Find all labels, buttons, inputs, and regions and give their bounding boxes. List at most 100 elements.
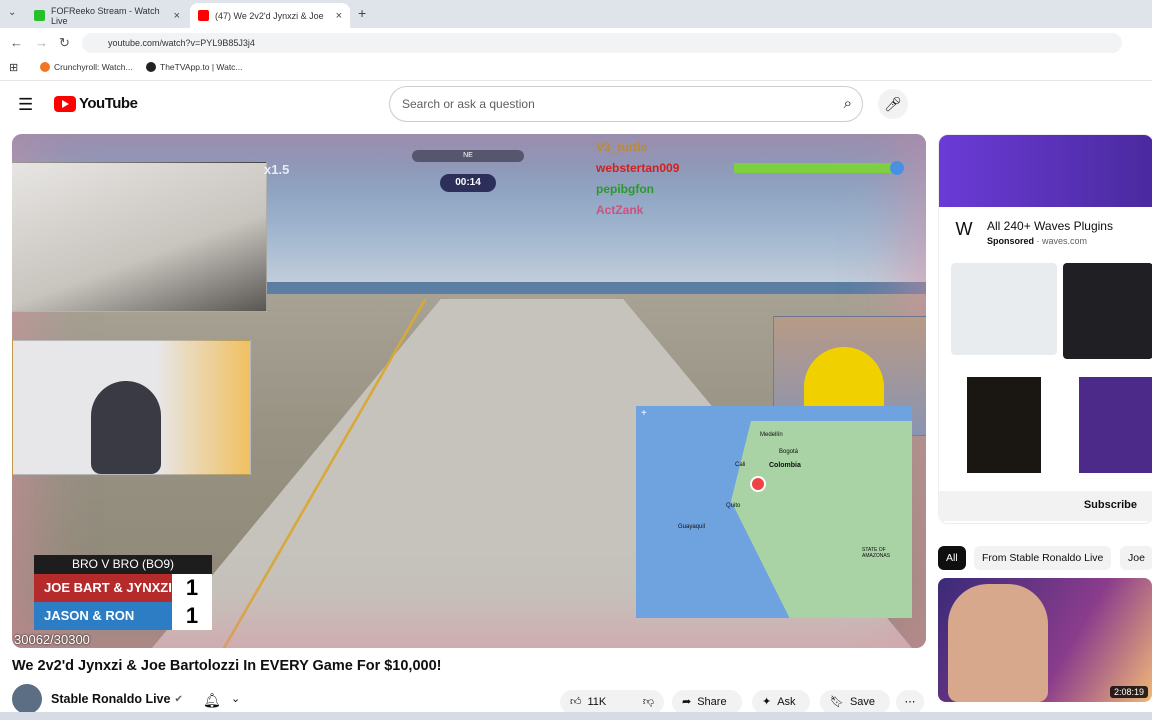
ad-title[interactable]: All 240+ Waves Plugins [987,219,1113,233]
tab-list-icon[interactable]: ⌄ [8,7,16,18]
map-label: Cali [735,462,746,468]
ad-banner-image [939,135,1152,207]
chip-joe-b[interactable]: Joe B [1120,546,1152,588]
thetvapp-icon [146,62,156,72]
ad-subscribe-bar: Subscribe [939,491,1152,521]
map-label: Quito [726,503,741,509]
save-button[interactable]: 🔖︎ Save [820,690,890,714]
browser-tab-bar: ⌄ FOFReeko Stream - Watch Live × (47) We… [0,0,1152,28]
compass-heading: NE [463,152,473,159]
map-label: Guayaquil [678,524,706,530]
map-label: Colombia [769,462,801,469]
ad-product-image [1079,377,1152,473]
chip-from-channel[interactable]: From Stable Ronaldo Live [974,546,1112,570]
url-field[interactable]: youtube.com/watch?v=PYL9B85J3j4 [82,33,1122,53]
share-label: Share [697,696,727,708]
youtube-play-icon [54,95,76,112]
kick-favicon-icon [34,10,45,21]
bookmark-label: Crunchyroll: Watch... [54,62,133,72]
team-name: JOE BART & JYNXZI [44,580,172,595]
close-tab-icon[interactable]: × [336,10,342,22]
video-title: We 2v2'd Jynxzi & Joe Bartolozzi In EVER… [12,658,442,674]
team-score: 1 [172,574,212,602]
os-taskbar [0,712,1152,720]
video-player[interactable]: NE 00:14 x1.5 V3_turtle webstertan009 pe… [12,134,926,648]
like-count[interactable]: 11K [588,690,607,714]
waves-logo-icon: W [955,219,973,239]
ask-button[interactable]: ✦ Ask [752,690,810,714]
like-dislike-group: 👍︎ 11K 👎︎ [560,690,664,714]
chat-username: webstertan009 [596,161,680,175]
webcam-room [12,162,267,312]
thumbnail-face [948,584,1048,702]
viewer-count: 30062/30300 [14,632,90,647]
ad-subscribe-button[interactable]: Subscribe [1084,499,1137,511]
youtube-favicon-icon [198,10,209,21]
map-label: Bogotá [779,449,799,455]
compass-bar: NE [412,150,524,162]
bookmark-crunchyroll[interactable]: Crunchyroll: Watch... [40,62,133,72]
share-button[interactable]: ➦ Share [672,690,742,714]
score-row-team-2: JASON & RON 1 [34,602,212,630]
dislike-icon[interactable]: 👎︎ [643,690,654,714]
streamer-silhouette [91,381,161,474]
location-pin-icon [890,161,904,175]
chip-all[interactable]: All [938,546,966,570]
tab-youtube-video[interactable]: (47) We 2v2'd Jynxzi & Joe × [190,3,350,28]
bookmarks-bar: ⊞ Crunchyroll: Watch... TheTVApp.to | Wa… [0,58,1152,81]
close-tab-icon[interactable]: × [174,10,180,22]
ad-meta: Sponsored · waves.com [987,236,1088,246]
like-icon[interactable]: 👍︎ [570,690,582,714]
verified-icon: ✔ [174,693,183,705]
new-tab-icon[interactable]: + [358,5,366,21]
sidebar-ad[interactable]: W All 240+ Waves Plugins Sponsored · wav… [938,134,1152,524]
scoreboard: BRO V BRO (BO9) JOE BART & JYNXZI 1 JASO… [34,555,212,630]
channel-name[interactable]: Stable Ronaldo Live [51,692,170,706]
zoom-in-icon[interactable]: + [641,408,647,419]
chat-username: V3_turtle [596,140,648,154]
share-icon: ➦ [682,696,692,708]
video-duration: 2:08:19 [1109,686,1148,698]
back-icon[interactable]: ← [10,35,23,50]
forward-icon[interactable]: → [35,35,48,50]
team-name: JASON & RON [44,608,135,623]
search-icon[interactable]: ⌕ [844,87,852,121]
round-timer: 00:14 [440,174,496,192]
youtube-logo[interactable]: YouTube [54,95,138,112]
tab-fofreeko[interactable]: FOFReeko Stream - Watch Live × [26,3,188,28]
speed-label: x1.5 [264,162,290,177]
voice-search-icon[interactable]: 🎤︎ [878,89,908,119]
guess-map[interactable]: Medellín Bogotá Cali Colombia Quito Guay… [636,406,912,618]
sparkle-icon: ✦ [762,696,772,708]
scoreboard-title: BRO V BRO (BO9) [34,555,212,574]
channel-info[interactable]: Stable Ronaldo Live ✔ [12,684,183,714]
more-actions-button[interactable]: ⋯ [896,690,924,714]
chat-username: pepibgfon [596,182,654,196]
tab-title: FOFReeko Stream - Watch Live [51,5,160,26]
ad-product-image [1063,263,1152,359]
search-placeholder: Search or ask a question [402,97,535,111]
ask-label: Ask [777,696,796,708]
team-score: 1 [172,602,212,630]
search-input[interactable]: Search or ask a question ⌕ [389,86,863,122]
map-label: STATE OF AMAZONAS [862,547,891,559]
health-bar [734,163,892,173]
menu-icon[interactable]: ☰ [18,95,33,115]
apps-grid-icon[interactable]: ⊞ [9,61,18,74]
crunchyroll-icon [40,62,50,72]
logo-text: YouTube [79,95,138,112]
recommended-video-thumbnail[interactable]: 2:08:19 [938,578,1152,702]
score-row-team-1: JOE BART & JYNXZI 1 [34,574,212,602]
chat-username: ActZank [596,203,644,217]
chat-overlay: V3_turtle webstertan009 pepibgfon ActZan… [596,140,679,217]
url-text: youtube.com/watch?v=PYL9B85J3j4 [108,38,255,48]
save-label: Save [849,696,876,708]
channel-avatar[interactable] [12,684,42,714]
ad-domain: waves.com [1042,236,1088,246]
notification-bell-icon[interactable]: 🔔︎ [203,692,221,709]
chevron-down-icon[interactable]: ⌄ [231,692,240,705]
map-label: Medellín [760,432,783,438]
bookmark-thetvapp[interactable]: TheTVApp.to | Watc... [146,62,243,72]
reload-icon[interactable]: ↻ [59,35,70,51]
bookmark-label: TheTVApp.to | Watc... [160,62,243,72]
